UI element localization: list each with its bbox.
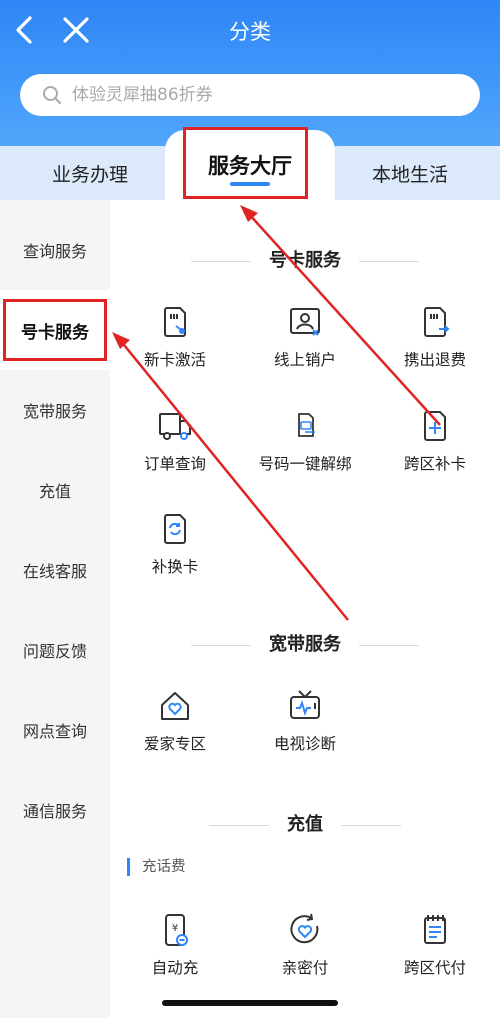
- delivery-truck-icon: [159, 413, 191, 440]
- card-reissue-icon: [424, 411, 446, 441]
- sim-port-out-icon: [424, 307, 450, 337]
- service-port-out-refund[interactable]: 携出退费: [370, 304, 500, 384]
- number-unbind-icon: [298, 413, 315, 437]
- section-title-card: 号卡服务: [110, 246, 500, 272]
- divider: [209, 824, 269, 826]
- service-auto-recharge[interactable]: ¥ 自动充: [110, 912, 240, 992]
- tab-local-life[interactable]: 本地生活: [320, 146, 500, 200]
- service-label: 电视诊断: [273, 735, 336, 753]
- tab-business[interactable]: 业务办理: [0, 146, 180, 200]
- service-label: 爱家专区: [143, 735, 206, 753]
- sim-activate-icon: [164, 307, 186, 337]
- service-cross-region-reissue[interactable]: 跨区补卡: [370, 408, 500, 488]
- service-label: 线上销户: [273, 351, 336, 369]
- service-label: 携出退费: [403, 351, 466, 369]
- sidebar-item-query[interactable]: 查询服务: [0, 210, 110, 290]
- divider: [191, 644, 251, 646]
- service-online-cancel[interactable]: 线上销户: [240, 304, 370, 384]
- subsection-title: 充话费: [127, 858, 186, 876]
- tv-diagnose-icon: [290, 690, 320, 719]
- home-indicator: [162, 1000, 338, 1006]
- search-icon: [43, 86, 61, 104]
- service-intimate-pay[interactable]: 亲密付: [240, 912, 370, 992]
- service-label: 新卡激活: [143, 351, 206, 369]
- sim-replace-icon: [164, 514, 186, 544]
- sidebar-item-telecom[interactable]: 通信服务: [0, 770, 110, 850]
- search-bar[interactable]: [20, 74, 480, 116]
- sidebar-item-feedback[interactable]: 问题反馈: [0, 610, 110, 690]
- sidebar-item-recharge[interactable]: 充值: [0, 450, 110, 530]
- sidebar-item-broadband[interactable]: 宽带服务: [0, 370, 110, 450]
- service-sim-replace[interactable]: 补换卡: [110, 511, 240, 591]
- search-input[interactable]: [72, 74, 462, 116]
- service-number-unbind[interactable]: 号码一键解绑: [240, 408, 370, 488]
- service-label: 跨区补卡: [403, 455, 466, 473]
- section-title-recharge: 充值: [110, 810, 500, 836]
- service-cross-region-pay[interactable]: 跨区代付: [370, 912, 500, 992]
- service-tv-diagnosis[interactable]: 电视诊断: [240, 688, 370, 768]
- service-label: 跨区代付: [403, 959, 466, 977]
- bill-pay-icon: [424, 915, 446, 944]
- service-label: 自动充: [151, 959, 199, 977]
- annotation-box-service-hall: [183, 127, 308, 199]
- service-family-zone[interactable]: 爱家专区: [110, 688, 240, 768]
- service-order-query[interactable]: 订单查询: [110, 408, 240, 488]
- divider: [359, 644, 419, 646]
- svg-text:¥: ¥: [172, 923, 178, 934]
- id-card-cancel-icon: [290, 308, 320, 336]
- divider: [359, 260, 419, 262]
- service-label: 号码一键解绑: [258, 455, 352, 473]
- auto-recharge-icon: ¥: [165, 914, 188, 946]
- page-title: 分类: [229, 20, 271, 44]
- section-title-broadband: 宽带服务: [110, 630, 500, 656]
- annotation-box-card-service: [3, 299, 107, 361]
- service-new-card-activate[interactable]: 新卡激活: [110, 304, 240, 384]
- home-heart-icon: [161, 692, 189, 720]
- heart-pay-icon: [290, 913, 319, 944]
- sidebar-item-outlet[interactable]: 网点查询: [0, 690, 110, 770]
- divider: [191, 260, 251, 262]
- sidebar-item-online-service[interactable]: 在线客服: [0, 530, 110, 610]
- service-label: 亲密付: [281, 959, 329, 977]
- divider: [341, 824, 401, 826]
- service-label: 补换卡: [151, 558, 199, 576]
- service-label: 订单查询: [143, 455, 206, 473]
